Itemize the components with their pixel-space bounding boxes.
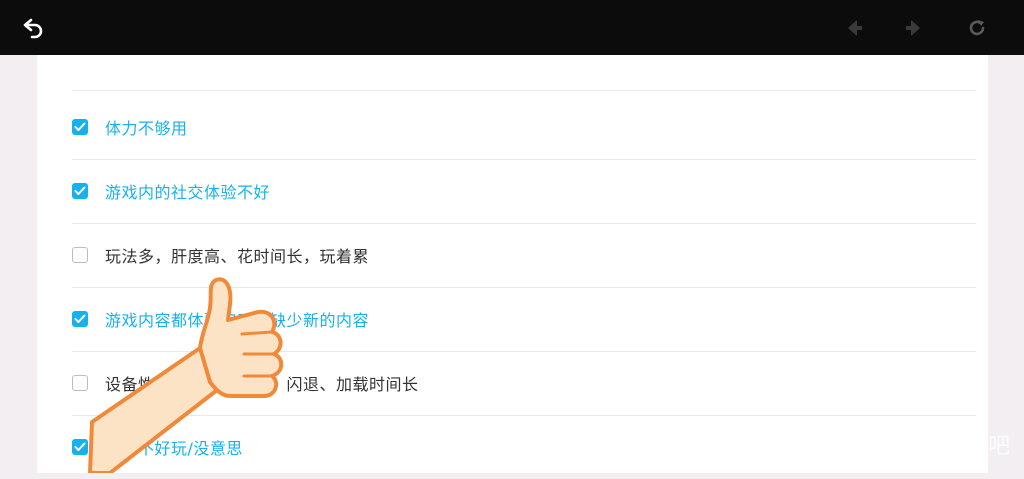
arrow-left-icon bbox=[848, 20, 862, 36]
option-label: 游戏内的社交体验不好 bbox=[105, 183, 271, 202]
refresh-icon bbox=[969, 20, 985, 36]
refresh-button[interactable] bbox=[961, 12, 993, 44]
divider bbox=[72, 90, 976, 91]
option-label: 玩法多，肝度高、花时间长，玩着累 bbox=[105, 247, 370, 266]
watermark: 吧 bbox=[988, 434, 1011, 459]
option-label: 游戏内容都体验完了，缺少新的内容 bbox=[105, 311, 370, 330]
checkbox[interactable] bbox=[72, 439, 88, 455]
back-button[interactable] bbox=[18, 12, 50, 44]
option-row-1[interactable]: 体力不够用 bbox=[72, 95, 976, 159]
option-row-4[interactable]: 游戏内容都体验完了，缺少新的内容 bbox=[72, 287, 976, 351]
arrow-right-icon bbox=[906, 20, 920, 36]
option-row-3[interactable]: 玩法多，肝度高、花时间长，玩着累 bbox=[72, 223, 976, 287]
top-toolbar bbox=[0, 0, 1024, 55]
option-row-5[interactable]: 设备性能问题，如卡顿、闪退、加载时间长 bbox=[72, 351, 976, 415]
checkbox[interactable] bbox=[72, 311, 88, 327]
survey-panel: 体力不够用 游戏内的社交体验不好 玩法多，肝度高、花时间长，玩着累 游戏内容都体… bbox=[37, 55, 988, 473]
back-arrow-icon bbox=[23, 18, 43, 39]
checkmark-icon bbox=[74, 186, 86, 195]
checkbox[interactable] bbox=[72, 183, 88, 199]
checkmark-icon bbox=[74, 442, 86, 451]
checkbox[interactable] bbox=[72, 119, 88, 135]
checkbox[interactable] bbox=[72, 247, 88, 263]
prev-button[interactable] bbox=[838, 12, 870, 44]
option-row-2[interactable]: 游戏内的社交体验不好 bbox=[72, 159, 976, 223]
option-row-6[interactable]: 活动不好玩/没意思 bbox=[72, 415, 976, 479]
checkmark-icon bbox=[74, 314, 86, 323]
next-button[interactable] bbox=[898, 12, 930, 44]
option-label: 体力不够用 bbox=[105, 119, 188, 138]
checkbox[interactable] bbox=[72, 375, 88, 391]
option-label: 设备性能问题，如卡顿、闪退、加载时间长 bbox=[105, 375, 419, 394]
checkmark-icon bbox=[74, 122, 86, 131]
option-label: 活动不好玩/没意思 bbox=[105, 439, 243, 458]
